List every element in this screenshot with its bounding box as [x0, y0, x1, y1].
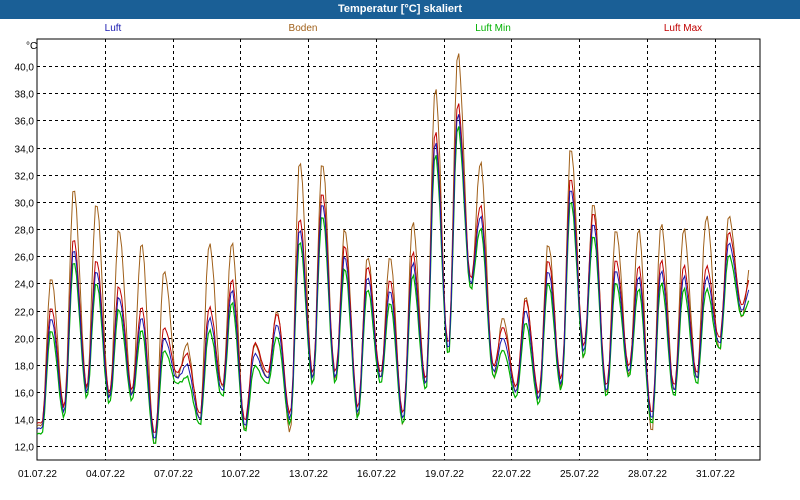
y-tick-label: 22,0: [15, 308, 35, 319]
y-tick-label: 34,0: [15, 145, 35, 156]
x-tick-label: 25.07.22: [560, 469, 599, 480]
x-tick-label: 04.07.22: [86, 469, 125, 480]
x-tick-label: 22.07.22: [492, 469, 531, 480]
y-tick-label: 20,0: [15, 335, 35, 346]
y-tick-label: 28,0: [15, 226, 35, 237]
y-tick-label: 32,0: [15, 172, 35, 183]
y-tick-label: 16,0: [15, 389, 35, 400]
x-tick-label: 19.07.22: [425, 469, 464, 480]
x-tick-label: 07.07.22: [154, 469, 193, 480]
y-tick-label: 26,0: [15, 253, 35, 264]
y-tick-label: 30,0: [15, 199, 35, 210]
y-tick-label: 40,0: [15, 63, 35, 74]
line-chart: 12,0 14,0 16,0 18,0 20,0 22,0 24,0 26,0 28,0 30,0…: [15, 38, 761, 480]
y-tick-label: 18,0: [15, 362, 35, 373]
y-tick-label: 36,0: [15, 117, 35, 128]
x-tick-label: 16.07.22: [357, 469, 396, 480]
y-tick-label: 38,0: [15, 90, 35, 101]
x-tick-label: 31.07.22: [696, 469, 735, 480]
y-axis-unit-label: °C: [26, 41, 37, 52]
y-tick-label: 14,0: [15, 416, 35, 427]
y-tick-label: 24,0: [15, 280, 35, 291]
x-tick-label: 01.07.22: [18, 469, 57, 480]
x-tick-label: 13.07.22: [289, 469, 328, 480]
x-tick-label: 10.07.22: [221, 469, 260, 480]
y-tick-label: 12,0: [15, 443, 35, 454]
x-tick-label: 28.07.22: [628, 469, 667, 480]
